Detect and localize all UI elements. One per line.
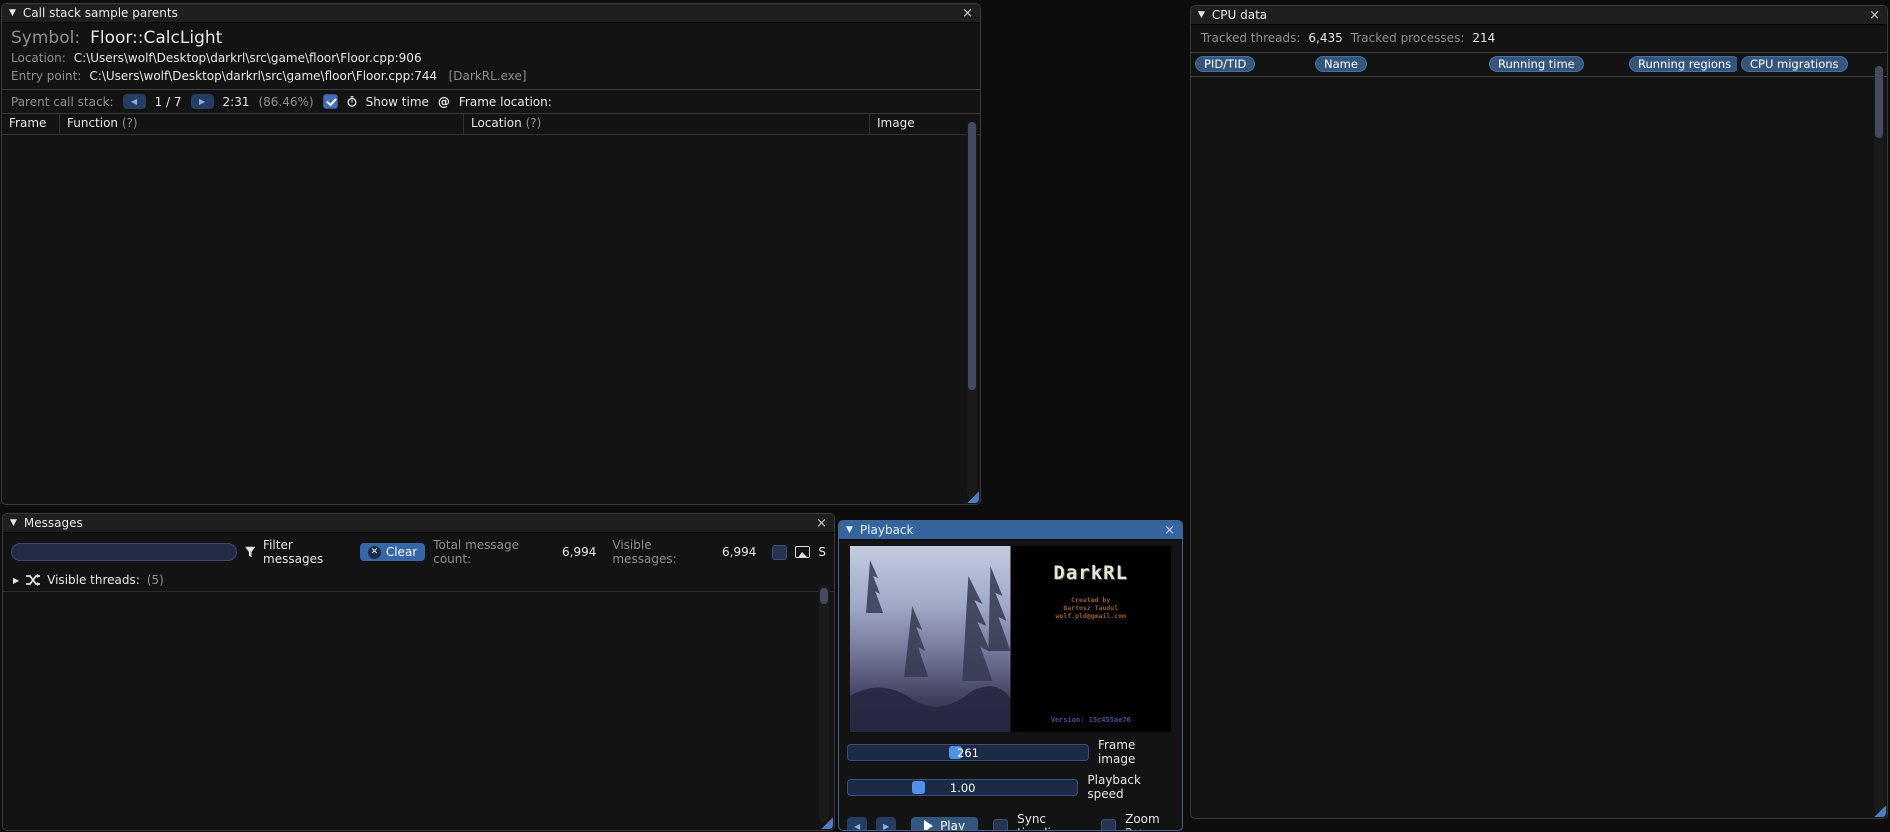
entry-point-value: C:\Users\wolf\Desktop\darkrl\src\game\fl…	[89, 69, 438, 83]
cpu-table-header: PID/TID Name Running time Running region…	[1191, 53, 1887, 77]
visible-count-label: Visible messages:	[612, 538, 677, 566]
callstack-table: Frame Function (?) Location (?) Image	[2, 113, 980, 135]
callstack-titlebar[interactable]: ▼ Call stack sample parents ×	[2, 4, 980, 23]
stack-time-pct: (86.46%)	[258, 94, 314, 109]
window-title: Call stack sample parents	[22, 6, 178, 20]
resize-grip[interactable]	[1873, 804, 1886, 817]
game-logo: DarkRL	[1053, 562, 1129, 584]
messages-list	[4, 580, 806, 826]
tracked-threads-label: Tracked threads:	[1201, 31, 1301, 45]
collapse-icon[interactable]: ▼	[846, 525, 853, 535]
tracked-processes-label: Tracked processes:	[1350, 31, 1465, 45]
stack-time: 2:31	[222, 94, 250, 109]
filter-label: Filter messages	[263, 538, 324, 566]
next-frame-button[interactable]: ▶	[876, 817, 897, 830]
game-credits: Created by Bartosz Taudul wolf.pld@gmail…	[1055, 596, 1126, 620]
close-icon[interactable]: ×	[962, 7, 973, 20]
symbol-name: Floor::CalcLight	[90, 28, 223, 48]
cpu-scrollbar[interactable]	[1874, 66, 1884, 812]
col-pid-tid[interactable]: PID/TID	[1195, 56, 1256, 72]
filter-icon	[244, 546, 256, 558]
zoom-2x-checkbox[interactable]	[1101, 818, 1117, 830]
callstack-scrollbar[interactable]	[967, 122, 977, 498]
clear-x-icon: ✕	[367, 545, 381, 559]
visible-count: 6,994	[722, 545, 757, 559]
location-value: C:\Users\wolf\Desktop\darkrl\src\game\fl…	[73, 51, 422, 65]
show-time-label[interactable]: Show time	[366, 95, 429, 109]
prev-frame-button[interactable]: ◀	[847, 817, 868, 830]
next-stack-button[interactable]: ▶	[190, 94, 214, 109]
filter-input[interactable]	[11, 543, 237, 561]
total-count-label: Total message count:	[433, 538, 520, 566]
messages-window: ▼ Messages × Filter messages ✕ Clear Tota…	[2, 513, 835, 831]
cpu-window: ▼ CPU data × Tracked threads: 6,435 Trac…	[1190, 5, 1888, 819]
playback-speed-slider-label: Playback speed	[1087, 773, 1141, 801]
messages-filter-row: Filter messages ✕ Clear Total message cou…	[3, 533, 834, 571]
cpu-summary: Tracked threads: 6,435 Tracked processes…	[1191, 25, 1887, 53]
desktop: ▼ Call stack sample parents × Symbol: Flo…	[0, 0, 1890, 832]
zoom-2x-label[interactable]: Zoom 2×	[1125, 812, 1174, 830]
col-running-regions[interactable]: Running regions	[1629, 56, 1737, 72]
close-icon[interactable]: ×	[816, 517, 827, 530]
stopwatch-icon	[347, 96, 357, 107]
images-checkbox[interactable]	[772, 544, 788, 560]
entry-image: [DarkRL.exe]	[448, 69, 527, 83]
callstack-window: ▼ Call stack sample parents × Symbol: Flo…	[1, 3, 981, 505]
game-version: Version: 15c455ae76	[1050, 716, 1131, 724]
frame-image-menu: DarkRL Created by Bartosz Taudul wolf.pl…	[1010, 546, 1171, 732]
playback-frame-image: DarkRL Created by Bartosz Taudul wolf.pl…	[850, 546, 1171, 732]
frame-image-forest	[850, 546, 1011, 732]
resize-grip[interactable]	[966, 490, 979, 503]
at-icon: @	[437, 94, 450, 109]
cpu-titlebar[interactable]: ▼ CPU data ×	[1191, 6, 1887, 25]
frame-image-slider-label: Frame image	[1097, 738, 1136, 766]
entry-point-label: Entry point:	[11, 69, 82, 83]
col-location[interactable]: Location (?)	[464, 114, 870, 135]
callstack-controls: Parent call stack: ◀ 1 / 7 ▶ 2:31 (86.46…	[2, 90, 980, 113]
col-cpu-migrations[interactable]: CPU migrations	[1741, 56, 1848, 72]
collapse-icon[interactable]: ▼	[9, 8, 16, 18]
col-name[interactable]: Name	[1315, 56, 1367, 72]
close-icon[interactable]: ×	[1869, 9, 1880, 22]
playback-sliders: 261 Frame image 1.00 Playback speed	[839, 736, 1182, 810]
sync-timeline-checkbox[interactable]	[993, 818, 1009, 830]
playback-window: ▼ Playback × DarkRL Created by Bartosz T…	[838, 520, 1183, 831]
callstack-table-header: Frame Function (?) Location (?) Image	[2, 114, 980, 135]
tracked-threads-value: 6,435	[1308, 31, 1343, 45]
collapse-icon[interactable]: ▼	[1198, 10, 1205, 20]
play-icon	[924, 820, 934, 830]
col-frame[interactable]: Frame	[2, 114, 60, 135]
location-label: Location:	[11, 51, 66, 65]
col-image[interactable]: Image	[870, 114, 980, 135]
clear-button[interactable]: ✕ Clear	[359, 543, 426, 561]
playback-buttons: ◀ ▶ Play Sync timeline Zoom 2×	[839, 810, 1182, 830]
playback-titlebar[interactable]: ▼ Playback ×	[839, 521, 1182, 540]
resize-grip[interactable]	[820, 816, 833, 829]
stack-page: 1 / 7	[154, 94, 182, 109]
images-label: S	[818, 545, 826, 559]
messages-scrollbar[interactable]	[819, 584, 829, 822]
prev-stack-button[interactable]: ◀	[122, 94, 146, 109]
symbol-info: Symbol: Floor::CalcLight Location: C:\User…	[2, 23, 980, 89]
window-title: Messages	[23, 516, 83, 530]
show-time-checkbox[interactable]	[322, 94, 338, 109]
symbol-label: Symbol:	[11, 28, 81, 48]
col-function[interactable]: Function (?)	[60, 114, 464, 135]
col-running-time[interactable]: Running time	[1489, 56, 1584, 72]
total-count: 6,994	[562, 545, 597, 559]
messages-titlebar[interactable]: ▼ Messages ×	[3, 514, 834, 533]
window-title: CPU data	[1211, 8, 1268, 22]
sync-timeline-label[interactable]: Sync timeline	[1017, 812, 1088, 830]
frame-location-label: Frame location:	[458, 94, 552, 109]
close-icon[interactable]: ×	[1164, 524, 1175, 537]
window-title: Playback	[859, 523, 914, 537]
playback-speed-slider[interactable]: 1.00	[847, 778, 1079, 796]
collapse-icon[interactable]: ▼	[10, 518, 17, 528]
tracked-processes-value: 214	[1472, 31, 1496, 45]
parent-callstack-label: Parent call stack:	[11, 94, 114, 109]
image-icon	[795, 546, 811, 558]
frame-image-slider[interactable]: 261	[847, 743, 1089, 761]
play-button[interactable]: Play	[911, 817, 979, 830]
